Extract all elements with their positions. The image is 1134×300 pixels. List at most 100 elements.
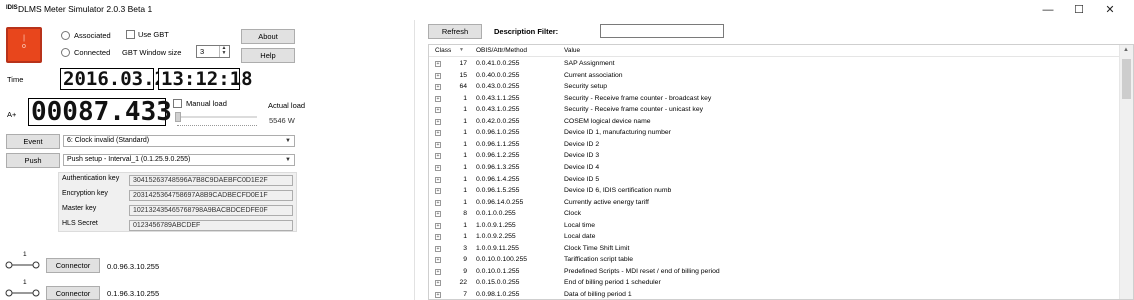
connector-2-button[interactable]: Connector: [46, 286, 100, 300]
cell-value: Currently active energy tariff: [564, 198, 649, 206]
hls-secret-field[interactable]: 0123456789ABCDEF: [129, 220, 293, 231]
scroll-up-icon[interactable]: ▲: [1123, 47, 1129, 53]
table-row[interactable]: +1 0.0.96.1.5.255 Device ID 6, IDIS certif…: [429, 186, 1119, 196]
scrollbar-thumb[interactable]: [1122, 59, 1131, 99]
power-button[interactable]: | o: [6, 27, 42, 63]
help-button[interactable]: Help: [241, 48, 295, 63]
table-row[interactable]: +1 0.0.96.1.4.255 Device ID 5: [429, 175, 1119, 185]
use-gbt-checkbox[interactable]: [126, 30, 135, 39]
table-row[interactable]: +1 1.0.0.9.2.255 Local date: [429, 232, 1119, 242]
table-row[interactable]: +1 1.0.0.9.1.255 Local time: [429, 221, 1119, 231]
cell-class: 7: [463, 291, 467, 298]
encryption-key-field[interactable]: 2031425364758697A8B9CADBECFD0E1F: [129, 190, 293, 201]
expand-plus-icon[interactable]: +: [435, 211, 441, 218]
connector-1-button[interactable]: Connector: [46, 258, 100, 273]
table-row[interactable]: +1 0.0.96.14.0.255 Currently active energy…: [429, 198, 1119, 208]
table-row[interactable]: +8 0.0.1.0.0.255 Clock: [429, 209, 1119, 219]
title-bar: IDIS DLMS Meter Simulator 2.0.3 Beta 1 —…: [0, 0, 1134, 20]
column-header-class[interactable]: Class: [435, 47, 451, 54]
expand-plus-icon[interactable]: +: [435, 176, 441, 183]
expand-plus-icon[interactable]: +: [435, 84, 441, 91]
table-row[interactable]: +1 0.0.96.1.0.255 Device ID 1, manufacturi…: [429, 128, 1119, 138]
expand-plus-icon[interactable]: +: [435, 61, 441, 67]
expand-plus-icon[interactable]: +: [435, 153, 441, 160]
table-row[interactable]: +1 0.0.96.1.3.255 Device ID 4: [429, 163, 1119, 173]
cell-obis: 0.0.96.1.1.255: [476, 140, 520, 148]
sort-chevron-icon[interactable]: ▼: [459, 47, 464, 53]
date-display[interactable]: 2016.03.22: [60, 68, 177, 90]
expand-plus-icon[interactable]: +: [435, 164, 441, 171]
cell-value: COSEM logical device name: [564, 117, 651, 125]
expand-plus-icon[interactable]: +: [435, 280, 441, 287]
expand-plus-icon[interactable]: +: [435, 292, 441, 298]
cell-value: Clock: [564, 210, 581, 218]
auth-key-field[interactable]: 30415263748596A7B8C9DAEBFC0D1E2F: [129, 175, 293, 186]
cell-value: Predefined Scripts - MDI reset / end of …: [564, 267, 720, 275]
push-button[interactable]: Push: [6, 153, 60, 168]
table-row[interactable]: +1 0.0.43.1.0.255 Security - Receive frame…: [429, 105, 1119, 115]
cell-class: 1: [463, 152, 467, 160]
master-key-field[interactable]: 102132435465768798A9BACBDCEDFE0F: [129, 205, 293, 216]
chevron-down-icon[interactable]: ▼: [285, 136, 291, 146]
description-filter-label: Description Filter:: [494, 27, 559, 36]
event-button[interactable]: Event: [6, 134, 60, 149]
objects-grid[interactable]: Class ▼ OBIS/Attr/Method Value +17 0.0.41…: [428, 44, 1134, 300]
expand-plus-icon[interactable]: +: [435, 107, 441, 114]
load-slider-thumb[interactable]: [175, 112, 181, 122]
expand-plus-icon[interactable]: +: [435, 222, 441, 229]
cell-class: 1: [463, 198, 467, 206]
panel-divider: [414, 20, 415, 300]
table-row[interactable]: +1 0.0.96.1.2.255 Device ID 3: [429, 151, 1119, 161]
expand-plus-icon[interactable]: +: [435, 257, 441, 264]
time-display[interactable]: 13:12:18: [158, 68, 253, 90]
close-button[interactable]: ✕: [1095, 1, 1125, 19]
event-select[interactable]: 6: Clock invalid (Standard) ▼: [63, 135, 295, 147]
gbt-window-stepper[interactable]: 3 ▲ ▼: [196, 45, 230, 58]
time-label: Time: [7, 75, 24, 84]
table-row[interactable]: +64 0.0.43.0.0.255 Security setup: [429, 82, 1119, 92]
connected-radio[interactable]: [61, 48, 70, 57]
description-filter-input[interactable]: [600, 24, 724, 38]
cell-value: Security - Receive frame counter - unica…: [564, 106, 704, 114]
manual-load-checkbox[interactable]: [173, 99, 182, 108]
expand-plus-icon[interactable]: +: [435, 95, 441, 102]
table-row[interactable]: +17 0.0.41.0.0.255 SAP Assignment: [429, 59, 1119, 69]
table-row[interactable]: +22 0.0.15.0.0.255 End of billing period 1…: [429, 278, 1119, 288]
cell-value: Device ID 1, manufacturing number: [564, 129, 671, 137]
minimize-button[interactable]: —: [1033, 1, 1063, 19]
table-row[interactable]: +3 1.0.0.9.11.255 Clock Time Shift Limit: [429, 244, 1119, 254]
expand-plus-icon[interactable]: +: [435, 141, 441, 148]
table-row[interactable]: +9 0.0.10.0.1.255 Predefined Scripts - MDI…: [429, 267, 1119, 277]
table-row[interactable]: +1 0.0.96.1.1.255 Device ID 2: [429, 140, 1119, 150]
app-logo: IDIS: [6, 5, 18, 11]
expand-plus-icon[interactable]: +: [435, 72, 441, 79]
expand-plus-icon[interactable]: +: [435, 188, 441, 195]
expand-plus-icon[interactable]: +: [435, 234, 441, 241]
master-key-label: Master key: [62, 205, 97, 212]
maximize-button[interactable]: ☐: [1064, 1, 1094, 19]
column-header-value[interactable]: Value: [564, 47, 580, 54]
load-slider[interactable]: [173, 110, 261, 128]
expand-plus-icon[interactable]: +: [435, 130, 441, 137]
column-header-obis[interactable]: OBIS/Attr/Method: [476, 47, 527, 54]
expand-plus-icon[interactable]: +: [435, 199, 441, 206]
vertical-scrollbar[interactable]: ▲: [1119, 45, 1133, 299]
refresh-button[interactable]: Refresh: [428, 24, 482, 39]
table-row[interactable]: +1 0.0.43.1.1.255 Security - Receive frame…: [429, 94, 1119, 104]
switch-icon: [5, 287, 41, 297]
expand-plus-icon[interactable]: +: [435, 245, 441, 252]
expand-plus-icon[interactable]: +: [435, 268, 441, 275]
stepper-arrows-icon[interactable]: ▲ ▼: [219, 46, 228, 57]
associated-radio[interactable]: [61, 31, 70, 40]
table-row[interactable]: +15 0.0.40.0.0.255 Current association: [429, 71, 1119, 81]
chevron-down-icon[interactable]: ▼: [285, 155, 291, 165]
actual-load-value: 5546 W: [269, 116, 295, 125]
push-select[interactable]: Push setup - Interval_1 (0.1.25.9.0.255)…: [63, 154, 295, 166]
about-button[interactable]: About: [241, 29, 295, 44]
cell-value: Device ID 4: [564, 163, 600, 171]
cell-class: 1: [463, 163, 467, 171]
table-row[interactable]: +9 0.0.10.0.100.255 Tariffication script t…: [429, 255, 1119, 265]
table-row[interactable]: +1 0.0.42.0.0.255 COSEM logical device nam…: [429, 117, 1119, 127]
table-row[interactable]: +7 0.0.98.1.0.255 Data of billing period 1: [429, 290, 1119, 299]
expand-plus-icon[interactable]: +: [435, 118, 441, 125]
